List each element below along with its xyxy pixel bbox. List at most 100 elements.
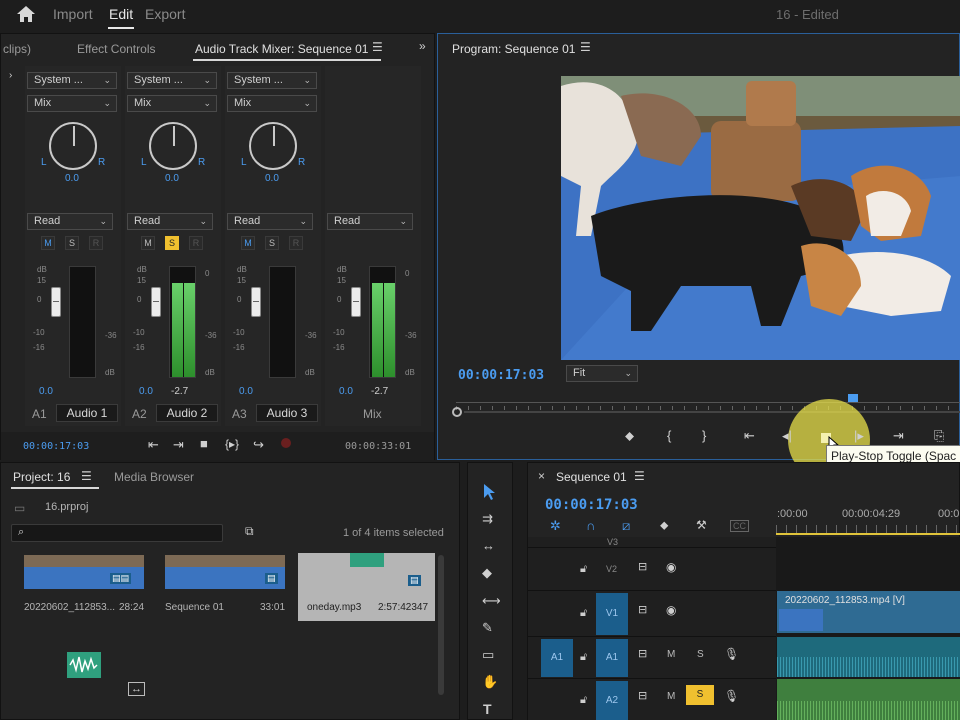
pan-knob[interactable] [49, 122, 97, 170]
solo-button-active[interactable]: S [686, 685, 714, 705]
nav-export[interactable]: Export [145, 6, 185, 22]
zoom-fit-dropdown[interactable]: Fit ⌄ [566, 365, 638, 382]
captions-icon[interactable]: CC [730, 520, 749, 532]
project-item-thumbnail-sequence[interactable]: ▤ [165, 555, 285, 589]
mute-button[interactable]: M [141, 236, 155, 250]
mute-button[interactable]: M [667, 691, 675, 702]
ripple-edit-tool-icon[interactable]: ↔ [482, 538, 495, 553]
record-button[interactable]: R [289, 236, 303, 250]
snap-icon[interactable]: ∩ [586, 518, 595, 533]
tab-clips[interactable]: clips) [3, 42, 31, 56]
loop-icon[interactable]: ↪ [253, 437, 264, 453]
project-scrollbar[interactable] [438, 555, 444, 695]
solo-button[interactable]: S [65, 236, 79, 250]
project-item-thumbnail-video[interactable]: ▤▤ [24, 555, 144, 589]
audio-clip-a2[interactable] [777, 679, 960, 720]
video-frame[interactable] [561, 76, 960, 360]
nav-import[interactable]: Import [53, 6, 93, 22]
audio-clip-a1[interactable] [777, 637, 960, 677]
automation-dropdown[interactable]: Read ⌄ [227, 213, 313, 230]
program-ruler[interactable] [456, 394, 960, 412]
panel-menu-icon[interactable]: ☰ [580, 40, 591, 54]
go-to-out-icon[interactable]: ⇥ [893, 428, 904, 444]
video-clip-v1[interactable]: 20220602_112853.mp4 [V] [777, 591, 960, 633]
solo-button[interactable]: S [697, 649, 704, 660]
record-button[interactable]: R [189, 236, 203, 250]
play-in-to-out-icon[interactable]: {▸} [225, 437, 239, 451]
eye-icon[interactable]: ◉ [666, 603, 676, 617]
settings-wrench-icon[interactable]: ⚒ [696, 518, 707, 532]
slip-tool-icon[interactable]: ⟷ [482, 593, 501, 609]
hand-tool-icon[interactable]: ✋ [482, 674, 498, 690]
go-to-in-icon[interactable]: ⇤ [148, 437, 159, 453]
mute-button[interactable]: M [241, 236, 255, 250]
add-marker-icon[interactable]: ⬥ [625, 428, 634, 444]
program-timecode[interactable]: 00:00:17:03 [458, 368, 544, 383]
program-monitor-title[interactable]: Program: Sequence 01 [452, 42, 575, 56]
track-select-tool-icon[interactable]: ⇉ [482, 511, 493, 527]
scrub-bar[interactable] [464, 411, 960, 413]
add-marker-icon[interactable]: ⬥ [660, 518, 668, 533]
sync-lock-icon[interactable]: ⊟ [638, 603, 647, 616]
rectangle-tool-icon[interactable]: ▭ [482, 647, 494, 663]
channel-name-audio-2[interactable]: Audio 2 [156, 404, 218, 422]
pen-tool-icon[interactable]: ✎ [482, 620, 493, 636]
record-button[interactable]: R [89, 236, 103, 250]
lock-icon[interactable]: 🔓︎ [580, 563, 587, 576]
mute-button[interactable]: M [667, 649, 675, 660]
sync-lock-icon[interactable]: ⊟ [638, 647, 647, 660]
input-dropdown[interactable]: System ... ⌄ [27, 72, 117, 89]
go-to-out-icon[interactable]: ⇥ [173, 437, 184, 453]
input-dropdown[interactable]: System ... ⌄ [227, 72, 317, 89]
microphone-icon[interactable]: 🎙︎ [724, 689, 739, 703]
mark-out-icon[interactable]: } [702, 428, 706, 443]
insert-icon[interactable]: ⎘ [934, 428, 944, 444]
track-v2-label[interactable]: V2 [606, 564, 617, 574]
volume-fader[interactable] [151, 287, 161, 317]
lock-icon[interactable]: 🔓︎ [580, 607, 587, 620]
step-back-icon[interactable]: ◂| [782, 428, 792, 444]
track-a1-target[interactable]: A1 [596, 639, 628, 677]
go-to-in-icon[interactable]: ⇤ [744, 428, 755, 444]
mode-dropdown[interactable]: Mix ⌄ [27, 95, 117, 112]
volume-fader[interactable] [251, 287, 261, 317]
linked-selection-icon[interactable]: ⧄ [622, 518, 630, 534]
track-a1-source[interactable]: A1 [541, 639, 573, 677]
track-v1-target[interactable]: V1 [596, 593, 628, 635]
master-volume-fader[interactable] [351, 287, 361, 317]
record-icon[interactable] [281, 438, 291, 448]
automation-dropdown[interactable]: Read ⌄ [27, 213, 113, 230]
mute-button[interactable]: M [41, 236, 55, 250]
project-item-audio-selected[interactable]: ▤ oneday.mp3 2:57:42347 [298, 553, 435, 621]
project-search-input[interactable]: ⌕ [11, 524, 223, 542]
panel-menu-icon[interactable]: ☰ [81, 469, 92, 483]
track-a2-target[interactable]: A2 [596, 681, 628, 720]
channel-name-audio-1[interactable]: Audio 1 [56, 404, 118, 422]
tab-audio-track-mixer[interactable]: Audio Track Mixer: Sequence 01 [195, 42, 368, 56]
mixer-current-timecode[interactable]: 00:00:17:03 [23, 441, 89, 452]
pan-knob[interactable] [249, 122, 297, 170]
lock-icon[interactable]: 🔓︎ [580, 694, 587, 707]
more-tabs-chevron-icon[interactable]: » [419, 39, 426, 53]
mark-in-icon[interactable]: { [667, 428, 671, 443]
scrub-start-handle[interactable] [452, 407, 462, 417]
nest-icon[interactable]: ✲ [550, 518, 561, 534]
audio-item-icon[interactable] [67, 652, 101, 678]
close-icon[interactable]: × [538, 469, 545, 483]
tab-project[interactable]: Project: 16 [13, 470, 70, 484]
find-icon[interactable]: ⧉ [245, 524, 254, 539]
mode-dropdown[interactable]: Mix ⌄ [227, 95, 317, 112]
adjust-icon[interactable]: ↔ [128, 682, 145, 696]
playhead-marker[interactable] [848, 394, 858, 402]
expand-chevron-icon[interactable]: › [9, 70, 12, 81]
type-tool-icon[interactable]: T [483, 701, 492, 717]
tab-effect-controls[interactable]: Effect Controls [77, 42, 155, 56]
selection-tool-icon[interactable] [482, 483, 498, 501]
solo-button[interactable]: S [265, 236, 279, 250]
lock-icon[interactable]: 🔓︎ [580, 651, 587, 664]
microphone-icon[interactable]: 🎙︎ [724, 647, 739, 661]
timeline-timecode[interactable]: 00:00:17:03 [545, 497, 638, 513]
work-area-bar[interactable] [776, 533, 960, 535]
stop-icon[interactable]: ■ [200, 436, 208, 451]
home-icon[interactable] [16, 5, 36, 23]
